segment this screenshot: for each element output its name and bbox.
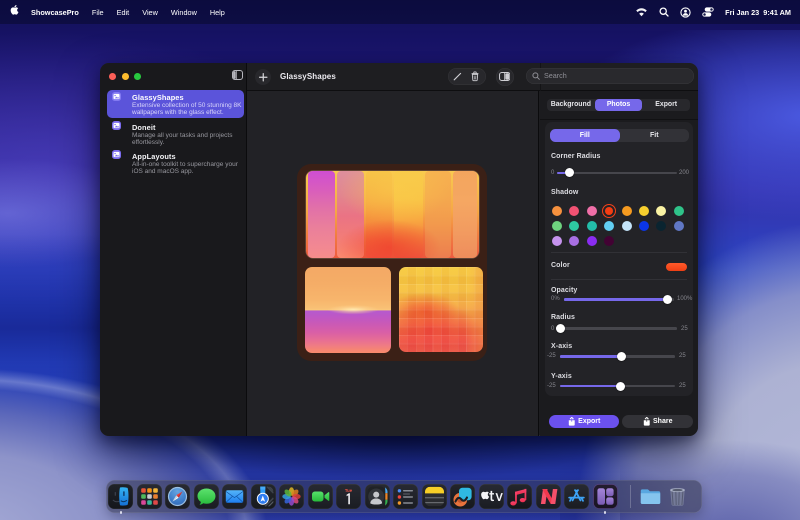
svg-text:Tue: Tue <box>345 488 353 493</box>
